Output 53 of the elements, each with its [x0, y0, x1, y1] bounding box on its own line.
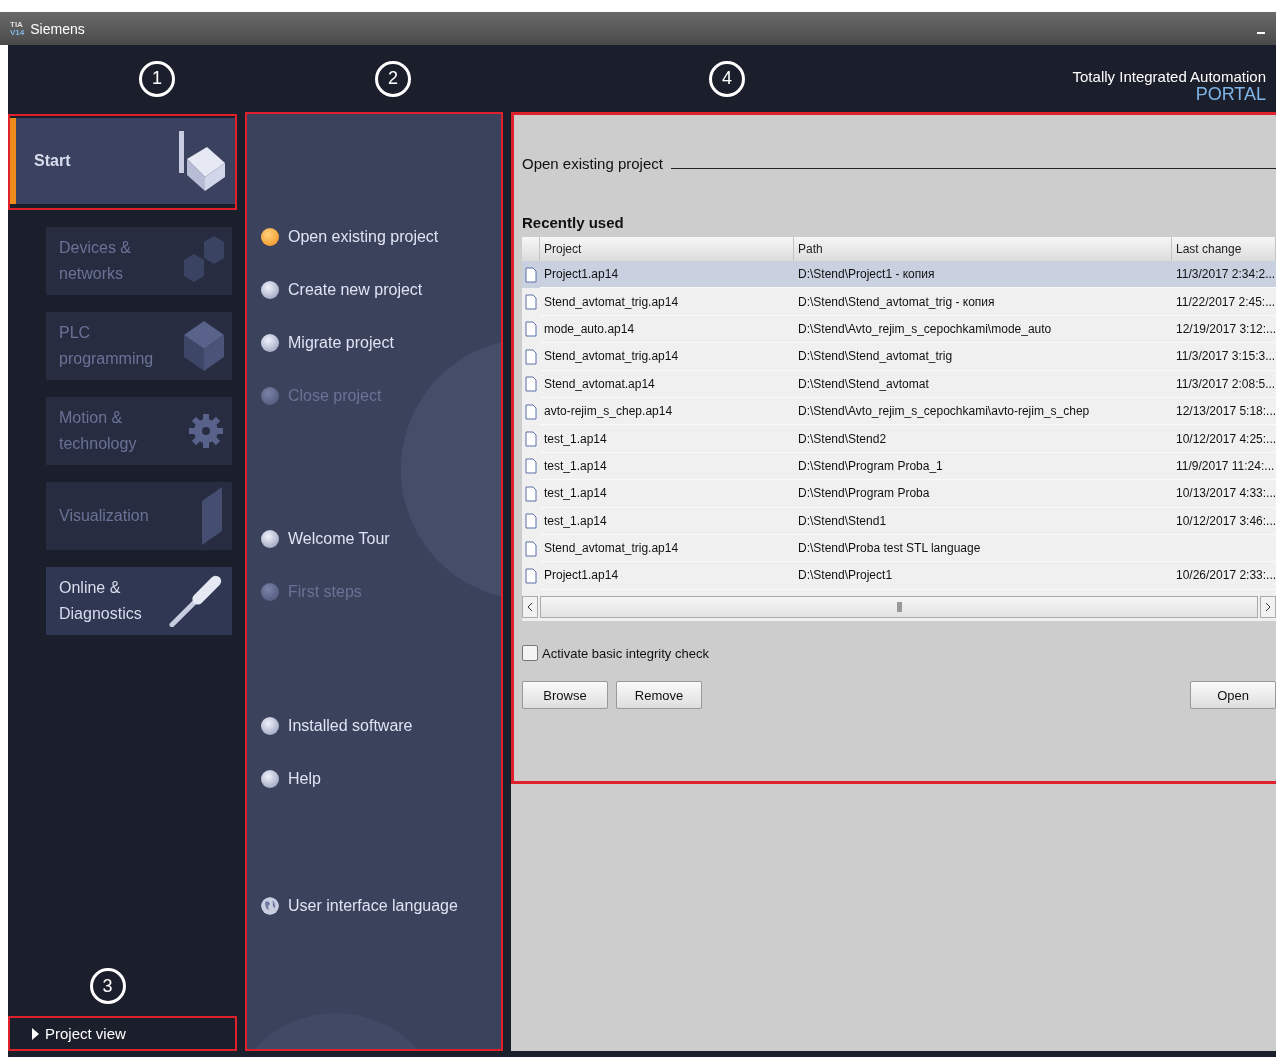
action-link[interactable]: Create new project: [261, 274, 501, 305]
file-icon: [525, 376, 537, 393]
file-icon: [525, 485, 537, 502]
window-title: Siemens: [30, 20, 86, 37]
action-link[interactable]: Welcome Tour: [261, 523, 501, 554]
action-link[interactable]: User interface language: [261, 890, 501, 921]
callout-number: 2: [375, 60, 411, 97]
chevron-left-icon: [527, 602, 533, 612]
list-title: Recently used: [522, 214, 625, 231]
dialog-button[interactable]: Open: [1190, 681, 1276, 709]
action-link[interactable]: Migrate project: [261, 327, 501, 358]
file-icon: [525, 458, 537, 475]
scroll-left-button[interactable]: [522, 596, 538, 618]
block-icon: [184, 321, 224, 371]
file-icon: [525, 348, 537, 365]
action-link[interactable]: Help: [261, 763, 501, 794]
callout-number: 4: [709, 60, 745, 97]
scroll-right-button[interactable]: [1260, 596, 1276, 618]
brand-title: Totally Integrated Automation: [1072, 68, 1266, 85]
file-icon: [525, 294, 537, 311]
action-link[interactable]: Open existing project: [261, 221, 501, 252]
column-header[interactable]: Path: [794, 237, 1172, 261]
callout-number: 3: [89, 968, 126, 1004]
dialog-button[interactable]: Remove: [616, 681, 702, 709]
caret-icon: [32, 1027, 39, 1040]
column-header[interactable]: Project: [540, 237, 794, 261]
table-cell[interactable]: D:\Stend\Project1 - копия: [794, 261, 1172, 289]
file-icon: [525, 321, 537, 338]
screwdriver-icon: [168, 575, 224, 627]
file-icon: [525, 431, 537, 448]
portal-tile[interactable]: Start: [10, 118, 235, 204]
file-icon: [525, 266, 537, 283]
callout-number: 1: [139, 60, 175, 97]
column-header[interactable]: Last change: [1172, 237, 1276, 261]
file-icon: [525, 513, 537, 530]
table-cell[interactable]: 11/3/2017 2:34:2...: [1172, 261, 1276, 289]
file-icon: [525, 568, 537, 584]
app-icon: TIA V14: [10, 20, 25, 37]
file-icon: [525, 540, 537, 557]
table-cell[interactable]: Project1.ap14: [540, 261, 794, 289]
portal-tile[interactable]: Online & Diagnostics: [46, 567, 232, 635]
factory-icon: [177, 129, 227, 193]
dialog-button[interactable]: Browse: [522, 681, 608, 709]
action-link[interactable]: Installed software: [261, 710, 501, 741]
gear-icon: [188, 413, 224, 449]
integrity-checkbox[interactable]: Activate basic integrity check: [522, 645, 1276, 661]
header-corner: [522, 237, 540, 261]
section-heading: Open existing project: [522, 155, 663, 172]
chevron-right-icon: [1265, 602, 1272, 612]
scrollbar[interactable]: [540, 596, 1259, 618]
file-icon: [525, 403, 537, 420]
project-view-link[interactable]: Project view: [8, 1016, 237, 1051]
brand-portal: PORTAL: [1195, 85, 1266, 103]
